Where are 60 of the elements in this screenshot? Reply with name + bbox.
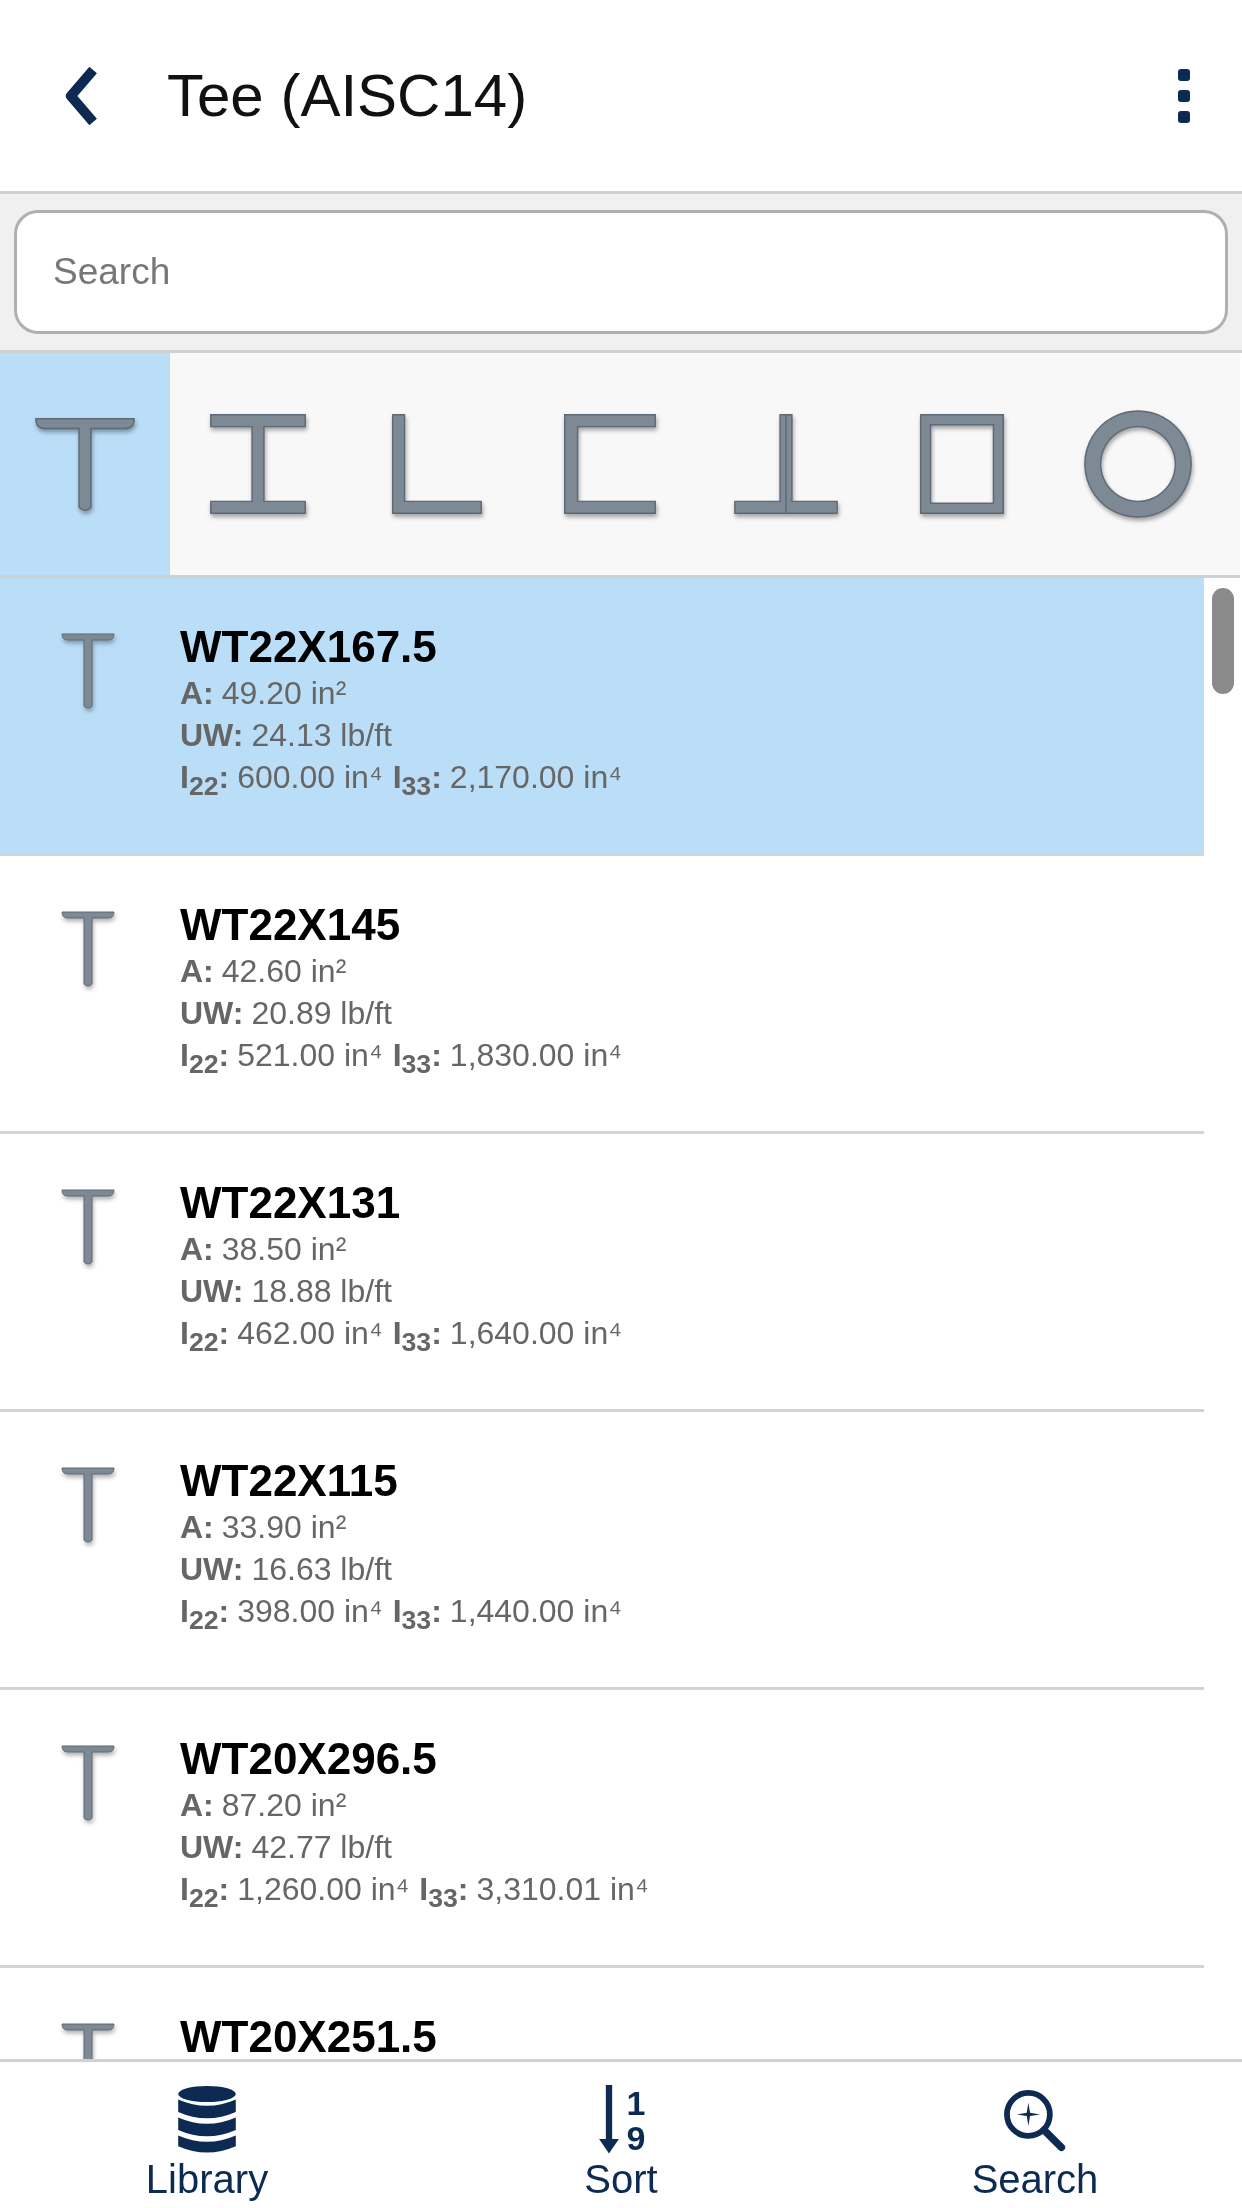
tee-icon <box>58 1742 118 1822</box>
property-label: UW: <box>180 717 244 753</box>
property-label: I$_{22}$: <box>180 1871 230 1907</box>
property-label: I$_{22}$: <box>180 759 230 795</box>
property-label: I$_{22}$: <box>180 1593 230 1629</box>
section-name: WT22X131 <box>180 1178 402 1228</box>
property-value: 398.00 in⁴ <box>237 1593 383 1629</box>
property-label: A: <box>180 953 214 989</box>
property-label: A: <box>180 1231 214 1267</box>
property-label: I$_{22}$: <box>180 1037 230 1073</box>
section-name: WT20X251.5 <box>180 2012 437 2059</box>
property-value: 3,310.01 in⁴ <box>476 1871 649 1907</box>
property-value: 1,830.00 in⁴ <box>449 1037 622 1073</box>
property-label: I$_{33}$: <box>392 1593 442 1629</box>
section-name: WT20X296.5 <box>180 1734 438 1784</box>
tee-icon <box>58 630 118 710</box>
property-label: I$_{33}$: <box>392 759 442 795</box>
property-value: 1,440.00 in⁴ <box>449 1593 622 1629</box>
property-label: UW: <box>180 995 244 1031</box>
nav-tab[interactable]: Library <box>0 2062 414 2208</box>
property-value: 49.20 in² <box>221 675 347 711</box>
tee-icon <box>58 908 118 988</box>
shape-tab[interactable] <box>0 353 170 575</box>
tee-icon <box>58 1186 118 1266</box>
section-name: WT22X115 <box>180 1456 399 1506</box>
property-label: A: <box>180 1787 214 1823</box>
property-value: 16.63 lb/ft <box>251 1551 392 1587</box>
property-value: 33.90 in² <box>221 1509 347 1545</box>
nav-tab[interactable]: 1 9 Sort <box>414 2062 828 2208</box>
property-value: 38.50 in² <box>221 1231 347 1267</box>
tee-icon <box>58 1464 118 1544</box>
property-value: 42.77 lb/ft <box>251 1829 392 1865</box>
property-value: 24.13 lb/ft <box>251 717 392 753</box>
property-value: 462.00 in⁴ <box>237 1315 383 1351</box>
property-label: UW: <box>180 1273 244 1309</box>
section-name: WT22X167.5 <box>180 622 438 672</box>
property-value: 600.00 in⁴ <box>237 759 383 795</box>
nav-tab[interactable]: Search <box>828 2062 1242 2208</box>
page-title: Tee (AISC14) <box>167 61 529 130</box>
section-list-item[interactable]: WT22X167.5 A: 49.20 in² UW: 24.13 lb/ft I$_{22}$: 600.00 in⁴ I$_{33}$: 2,170.00 in⁴ <box>0 578 1204 856</box>
scrollbar[interactable] <box>1212 588 1234 694</box>
property-label: UW: <box>180 1829 244 1865</box>
property-label: A: <box>180 675 214 711</box>
property-value: 20.89 lb/ft <box>251 995 392 1031</box>
property-value: 2,170.00 in⁴ <box>449 759 622 795</box>
property-label: I$_{33}$: <box>392 1315 442 1351</box>
property-label: I$_{33}$: <box>392 1037 442 1073</box>
property-value: 521.00 in⁴ <box>237 1037 383 1073</box>
property-value: 42.60 in² <box>221 953 347 989</box>
more-options-icon[interactable] <box>1176 68 1192 123</box>
property-value: 1,640.00 in⁴ <box>449 1315 622 1351</box>
property-value: 1,260.00 in⁴ <box>237 1871 410 1907</box>
property-value: 87.20 in² <box>221 1787 347 1823</box>
property-label: I$_{33}$: <box>419 1871 469 1907</box>
search-field[interactable]: Search <box>14 210 1228 334</box>
property-value: 18.88 lb/ft <box>251 1273 392 1309</box>
property-label: A: <box>180 1509 214 1545</box>
section-name: WT22X145 <box>180 900 402 950</box>
property-label: I$_{22}$: <box>180 1315 230 1351</box>
property-label: UW: <box>180 1551 244 1587</box>
